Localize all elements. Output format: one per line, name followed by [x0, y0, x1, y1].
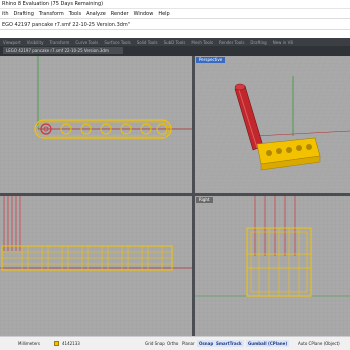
tab-viewport[interactable]: Viewport: [0, 40, 24, 45]
menu-item-tools[interactable]: Tools: [69, 11, 81, 17]
auto-cplane-toggle[interactable]: Auto CPlane (Object): [296, 340, 342, 347]
grid-snap-toggle[interactable]: Grid Snap: [143, 340, 167, 347]
tab-solid-tools[interactable]: Solid Tools: [134, 40, 161, 45]
status-bar: Millimeters 4142133 Grid Snap Ortho Plan…: [0, 336, 350, 350]
ortho-toggle[interactable]: Ortho: [165, 340, 180, 347]
command-history-text: EGO 42197 pancake r7.smf 22-10-25 Versio…: [2, 22, 131, 28]
viewport-right-label[interactable]: Right: [196, 197, 213, 203]
viewport-top-canvas: [0, 56, 192, 193]
smarttrack-toggle[interactable]: SmartTrack: [214, 340, 244, 347]
app-title: Rhino 8 Evaluation (75 Days Remaining): [2, 1, 104, 7]
viewport-front[interactable]: [0, 196, 192, 336]
tab-surface-tools[interactable]: Surface Tools: [101, 40, 133, 45]
menu-item-drafting[interactable]: Drafting: [14, 11, 34, 17]
viewport-top[interactable]: [0, 56, 192, 193]
menu-item-mesh[interactable]: ith: [2, 11, 9, 17]
menu-item-transform[interactable]: Transform: [39, 11, 64, 17]
planar-toggle[interactable]: Planar: [180, 340, 197, 347]
menu-item-analyze[interactable]: Analyze: [86, 11, 106, 17]
tab-transform[interactable]: Transform: [46, 40, 72, 45]
menu-item-help[interactable]: Help: [158, 11, 169, 17]
osnap-toggle[interactable]: Osnap: [197, 340, 216, 347]
viewport-splitter-vertical[interactable]: [192, 56, 195, 336]
menu-bar: ith Drafting Transform Tools Analyze Ren…: [0, 9, 350, 18]
units-display[interactable]: Millimeters: [18, 341, 40, 346]
menu-item-window[interactable]: Window: [134, 11, 154, 17]
tab-drafting[interactable]: Drafting: [247, 40, 269, 45]
tab-mesh-tools[interactable]: Mesh Tools: [188, 40, 216, 45]
current-layer[interactable]: 4142133: [62, 341, 80, 346]
viewport-front-canvas: [0, 196, 192, 336]
document-tab[interactable]: LEGO 42197 pancake r7.smf 22-10-25 Versi…: [3, 47, 123, 54]
document-tab-bar: LEGO 42197 pancake r7.smf 22-10-25 Versi…: [0, 46, 350, 54]
command-prompt[interactable]: [0, 30, 350, 38]
tab-subd-tools[interactable]: SubD Tools: [161, 40, 189, 45]
toolbar-tabs: Viewport Visibility Transform Curve Tool…: [0, 38, 350, 46]
layer-color-swatch[interactable]: [54, 341, 59, 346]
viewport-splitter-horizontal[interactable]: [0, 193, 350, 196]
viewport-perspective[interactable]: Perspective: [195, 56, 350, 193]
tab-curve-tools[interactable]: Curve Tools: [72, 40, 101, 45]
tab-render-tools[interactable]: Render Tools: [216, 40, 247, 45]
command-history[interactable]: EGO 42197 pancake r7.smf 22-10-25 Versio…: [0, 18, 350, 30]
tab-new-in-v8[interactable]: New in V8: [270, 40, 296, 45]
viewport-perspective-canvas: [195, 56, 350, 193]
viewport-perspective-label[interactable]: Perspective: [196, 57, 226, 63]
viewport-right[interactable]: Right: [195, 196, 350, 336]
tab-visibility[interactable]: Visibility: [24, 40, 47, 45]
viewport-right-canvas: [195, 196, 350, 336]
menu-item-render[interactable]: Render: [111, 11, 129, 17]
gumball-toggle[interactable]: Gumball (CPlane): [246, 340, 290, 347]
title-bar: Rhino 8 Evaluation (75 Days Remaining): [0, 0, 350, 9]
